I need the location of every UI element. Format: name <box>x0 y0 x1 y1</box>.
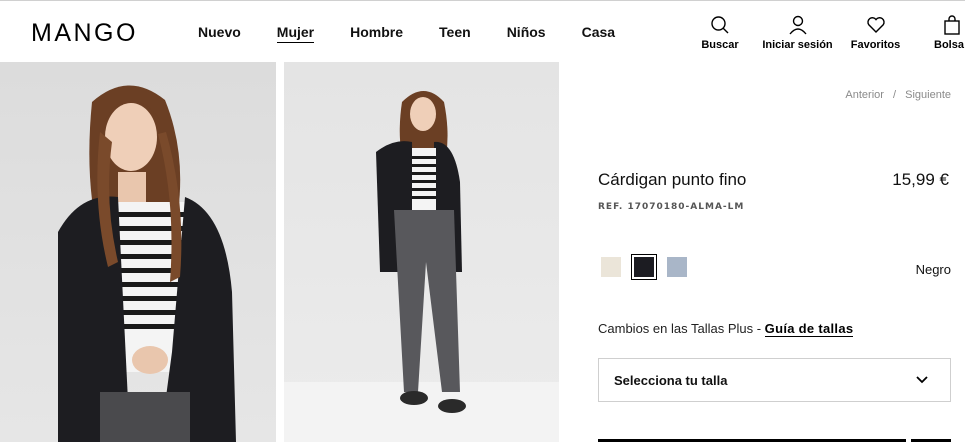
product-pager: Anterior / Siguiente <box>845 89 951 101</box>
product-image-full[interactable] <box>284 62 559 442</box>
previous-link[interactable]: Anterior <box>845 89 884 101</box>
size-plus-text: Cambios en las Tallas Plus - <box>598 321 765 336</box>
search-label: Buscar <box>701 39 739 51</box>
size-select[interactable]: Selecciona tu talla <box>598 358 951 402</box>
product-image-front[interactable] <box>0 62 276 442</box>
main-nav: Nuevo Mujer Hombre Teen Niños Casa <box>198 24 651 43</box>
model-full-illustration <box>376 91 466 413</box>
user-icon <box>788 15 807 35</box>
selected-color-name: Negro <box>915 262 951 277</box>
nav-item-teen[interactable]: Teen <box>439 24 471 43</box>
brand-logo[interactable]: MANGO <box>31 19 138 48</box>
nav-item-hombre[interactable]: Hombre <box>350 24 403 43</box>
heart-icon <box>866 17 885 33</box>
nav-item-nuevo[interactable]: Nuevo <box>198 24 241 43</box>
bag-icon <box>944 15 960 35</box>
next-link[interactable]: Siguiente <box>905 89 951 101</box>
size-info-line: Cambios en las Tallas Plus - Guía de tal… <box>598 321 854 337</box>
nav-item-mujer[interactable]: Mujer <box>276 24 315 43</box>
color-swatch-blue[interactable] <box>667 257 687 277</box>
search-icon <box>711 16 729 34</box>
favorites-label: Favoritos <box>850 39 901 51</box>
bag-label: Bolsa <box>934 39 964 51</box>
header-actions: Buscar Iniciar sesión Favoritos Bolsa <box>690 15 965 59</box>
bag-button[interactable]: Bolsa <box>934 15 965 51</box>
size-select-label: Selecciona tu talla <box>614 373 728 388</box>
size-guide-link[interactable]: Guía de tallas <box>764 321 854 337</box>
model-closeup-illustration <box>58 85 236 442</box>
color-swatch-black[interactable] <box>631 254 657 280</box>
nav-item-casa[interactable]: Casa <box>582 24 615 43</box>
search-button[interactable]: Buscar <box>690 15 750 51</box>
pager-separator: / <box>893 89 897 101</box>
login-button[interactable]: Iniciar sesión <box>760 15 835 51</box>
product-reference: REF. 17070180-ALMA-LM <box>598 202 745 212</box>
site-header: MANGO Nuevo Mujer Hombre Teen Niños Casa… <box>0 0 965 62</box>
login-label: Iniciar sesión <box>762 39 833 51</box>
color-swatch-cream[interactable] <box>601 257 621 277</box>
product-price: 15,99 € <box>892 170 949 189</box>
product-title: Cárdigan punto fino <box>598 170 747 189</box>
favorites-button[interactable]: Favoritos <box>848 15 903 51</box>
nav-item-ninos[interactable]: Niños <box>507 24 546 43</box>
chevron-down-icon <box>916 376 928 384</box>
